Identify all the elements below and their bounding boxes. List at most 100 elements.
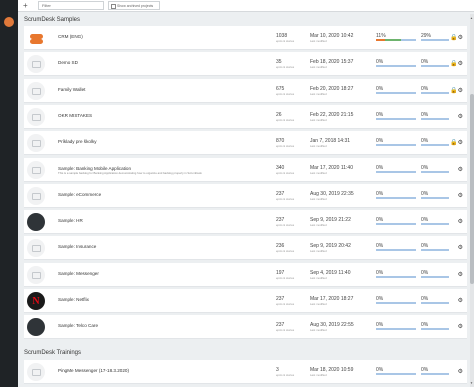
project-settings-icon[interactable]: ⚙ [458, 192, 463, 199]
project-row[interactable]: Demo SD 35 epics & stories Feb 18, 2020 15:… [24, 52, 467, 76]
project-name[interactable]: OKR MISTAKES [58, 113, 92, 118]
project-avatar-icon [27, 318, 45, 336]
progress-bar-2 [421, 276, 449, 278]
scrollbar-thumb[interactable] [470, 94, 474, 284]
project-row[interactable]: N Sample: Netflix 237 epics & stories Mar 17… [24, 289, 467, 313]
project-settings-icon[interactable]: ⚙ [458, 244, 463, 251]
last-modified-label: Last modified [310, 118, 327, 122]
progress-bar-1 [376, 373, 416, 375]
progress-bar-1 [376, 65, 416, 67]
project-avatar-icon [27, 29, 45, 47]
project-row[interactable]: OKR MISTAKES 26 epics & stories Feb 22, 202… [24, 105, 467, 129]
item-count-label: epics & stories [276, 171, 295, 175]
progress-bar-2 [421, 197, 449, 199]
filter-input[interactable]: Filter [38, 1, 104, 10]
add-project-button[interactable]: + [23, 1, 28, 10]
progress-bar-1 [376, 171, 416, 173]
project-settings-icon[interactable]: 🔒⚙ [450, 139, 463, 146]
project-avatar-icon [27, 187, 45, 205]
project-name[interactable]: Príklady pre školky [58, 139, 97, 144]
app-logo-icon[interactable] [4, 17, 14, 27]
project-row[interactable]: Sample: Insurance 236 epics & stories Sep 9… [24, 236, 467, 260]
project-row[interactable]: Sample: HR 237 epics & stories Sep 9, 2019 … [24, 210, 467, 234]
last-modified-label: Last modified [310, 65, 327, 69]
progress-bar-1 [376, 144, 416, 146]
project-settings-icon[interactable]: 🔒⚙ [450, 60, 463, 67]
project-settings-icon[interactable]: ⚙ [458, 271, 463, 278]
project-name[interactable]: CRM (ENG) [58, 34, 83, 39]
project-settings-icon[interactable]: ⚙ [458, 297, 463, 304]
last-modified-label: Last modified [310, 373, 327, 377]
project-settings-icon[interactable]: 🔒⚙ [450, 34, 463, 41]
project-avatar-icon [27, 213, 45, 231]
project-settings-icon[interactable]: ⚙ [458, 323, 463, 330]
project-name[interactable]: Family Wallet [58, 87, 85, 92]
project-name[interactable]: Sample: Telco Care [58, 323, 98, 328]
progress-bar-2 [421, 373, 449, 375]
last-modified-label: Last modified [310, 39, 327, 43]
project-avatar-icon [27, 134, 45, 152]
project-settings-icon[interactable]: ⚙ [458, 218, 463, 225]
scroll-up-icon[interactable]: ▲ [470, 16, 473, 20]
project-avatar-icon [27, 161, 45, 179]
last-modified-label: Last modified [310, 302, 327, 306]
item-count-label: epics & stories [276, 92, 295, 96]
project-name[interactable]: PingMe Messenger (17-18.3.2020) [58, 368, 129, 373]
item-count-label: epics & stories [276, 39, 295, 43]
progress-bar-1 [376, 328, 416, 330]
progress-bar-2 [421, 249, 449, 251]
progress-bar-2 [421, 171, 449, 173]
progress-bar-2 [421, 92, 449, 94]
item-count-label: epics & stories [276, 197, 295, 201]
scrollbar[interactable]: ▲ ▼ [470, 14, 474, 387]
project-name[interactable]: Sample: Netflix [58, 297, 89, 302]
progress-bar-2 [421, 118, 449, 120]
last-modified-label: Last modified [310, 276, 327, 280]
progress-bar-2 [421, 223, 449, 225]
project-avatar-icon [27, 55, 45, 73]
project-settings-icon[interactable]: ⚙ [458, 166, 463, 173]
project-row[interactable]: PingMe Messenger (17-18.3.2020) 3 epics & … [24, 360, 467, 384]
project-avatar-icon: N [27, 292, 45, 310]
project-avatar-icon [27, 239, 45, 257]
project-row[interactable]: Sample: Telco Care 237 epics & stories Aug … [24, 315, 467, 339]
progress-bar-1 [376, 118, 416, 120]
project-name[interactable]: Sample: Messenger [58, 271, 99, 276]
progress-bar-2 [421, 302, 449, 304]
progress-bar-1 [376, 302, 416, 304]
last-modified-label: Last modified [310, 144, 327, 148]
progress-bar-2 [421, 144, 449, 146]
show-archived-checkbox[interactable]: Show archived projects [108, 1, 160, 10]
last-modified-label: Last modified [310, 249, 327, 253]
project-name[interactable]: Sample: HR [58, 218, 83, 223]
project-settings-icon[interactable]: ⚙ [458, 368, 463, 375]
project-row[interactable]: Sample: eCommerce 237 epics & stories Aug 3… [24, 184, 467, 208]
section-title: ScrumDesk Trainings [24, 350, 82, 356]
progress-bar-1 [376, 223, 416, 225]
item-count-label: epics & stories [276, 249, 295, 253]
last-modified-label: Last modified [310, 92, 327, 96]
project-row[interactable]: CRM (ENG) 1038 epics & stories Mar 10, 2020… [24, 26, 467, 50]
project-row[interactable]: Sample: Messenger 197 epics & stories Sep 4… [24, 263, 467, 287]
toolbar: + Filter Show archived projects [18, 0, 474, 12]
progress-bar-1 [376, 276, 416, 278]
project-avatar-icon [27, 266, 45, 284]
project-settings-icon[interactable]: 🔒⚙ [450, 87, 463, 94]
item-count-label: epics & stories [276, 276, 295, 280]
project-name[interactable]: Demo SD [58, 60, 78, 65]
last-modified-label: Last modified [310, 328, 327, 332]
item-count-label: epics & stories [276, 328, 295, 332]
progress-bar-2 [421, 65, 449, 67]
progress-bar-1 [376, 92, 416, 94]
item-count-label: epics & stories [276, 144, 295, 148]
progress-bar-1 [376, 249, 416, 251]
project-settings-icon[interactable]: ⚙ [458, 113, 463, 120]
project-row[interactable]: Sample: Banking Mobile Application This i… [24, 158, 467, 182]
project-row[interactable]: Family Wallet 675 epics & stories Feb 20, 2… [24, 79, 467, 103]
project-name[interactable]: Sample: eCommerce [58, 192, 101, 197]
project-name[interactable]: Sample: Insurance [58, 244, 96, 249]
item-count-label: epics & stories [276, 373, 295, 377]
left-sidebar [0, 0, 18, 387]
scroll-down-icon[interactable]: ▼ [470, 381, 473, 385]
project-row[interactable]: Príklady pre školky 870 epics & stories Jan… [24, 131, 467, 155]
